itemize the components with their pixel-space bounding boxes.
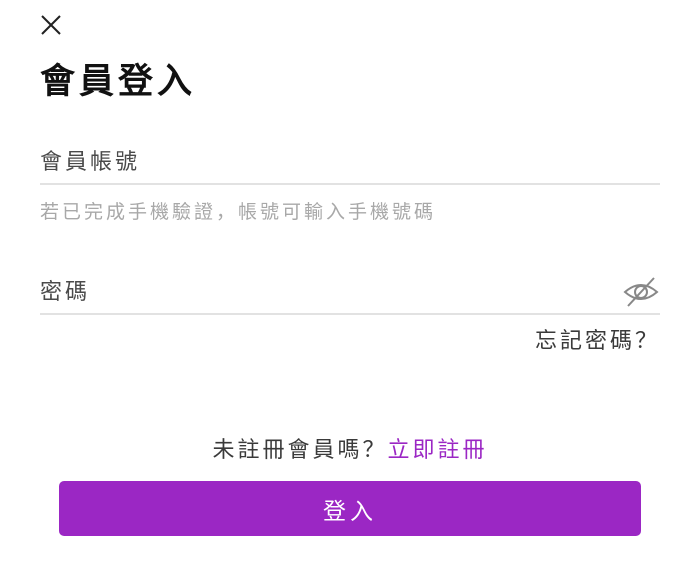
login-button[interactable]: 登入 bbox=[59, 481, 641, 536]
account-hint: 若已完成手機驗證，帳號可輸入手機號碼 bbox=[40, 201, 437, 223]
account-field bbox=[40, 141, 660, 185]
password-field bbox=[40, 271, 660, 315]
close-button[interactable] bbox=[38, 12, 66, 40]
close-icon bbox=[41, 15, 61, 35]
register-row: 未註冊會員嗎？立即註冊 bbox=[0, 435, 700, 467]
forgot-password-link[interactable]: 忘記密碼？ bbox=[535, 326, 660, 358]
register-link[interactable]: 立即註冊 bbox=[388, 438, 488, 463]
password-input[interactable] bbox=[40, 271, 600, 313]
eye-off-icon bbox=[623, 277, 659, 307]
password-visibility-toggle[interactable] bbox=[622, 275, 660, 309]
register-prompt: 未註冊會員嗎？ bbox=[212, 438, 388, 463]
account-input[interactable] bbox=[40, 141, 600, 183]
page-title: 會員登入 bbox=[40, 62, 197, 102]
